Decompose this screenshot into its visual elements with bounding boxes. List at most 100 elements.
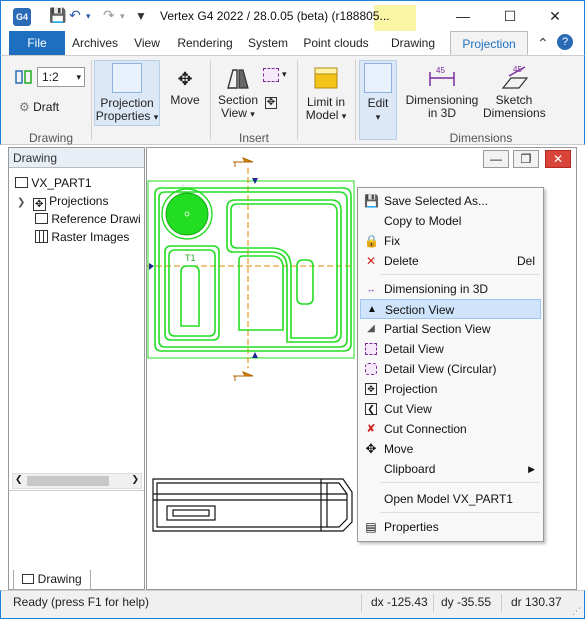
tree-item-projections[interactable]: ❯ ✥ Projections bbox=[17, 194, 108, 211]
horizontal-scrollbar[interactable]: ❮ ❯ bbox=[12, 473, 142, 489]
limit-in-model-label: Limit in Model bbox=[305, 95, 345, 122]
delete-icon: ✕ bbox=[365, 254, 377, 268]
drawing-tab-icon bbox=[22, 574, 35, 584]
move-button[interactable]: ✥ Move bbox=[163, 68, 207, 107]
drawing-group-label: Drawing bbox=[28, 131, 73, 145]
draft-button[interactable]: ⚙ Draft bbox=[19, 100, 59, 114]
save-icon: 💾 bbox=[364, 194, 379, 208]
tab-projection[interactable]: Projection bbox=[450, 31, 528, 55]
detail-view-icon bbox=[365, 343, 377, 355]
limit-in-model-button[interactable]: Limit in Model ▾ bbox=[301, 64, 351, 123]
tree-item-raster-images[interactable]: Raster Images bbox=[35, 230, 129, 244]
section-marker-top bbox=[233, 157, 254, 167]
menu-item-dimensioning-3d[interactable]: ↔ Dimensioning in 3D bbox=[360, 279, 541, 299]
bottom-view-geometry bbox=[152, 478, 353, 532]
t1-label: T1 bbox=[185, 253, 196, 263]
menu-item-section-view[interactable]: ▲ Section View bbox=[360, 299, 541, 319]
tab-point-clouds[interactable]: Point clouds bbox=[299, 31, 373, 55]
tree-label: VX_PART1 bbox=[31, 176, 92, 190]
menu-item-copy-to-model[interactable]: Copy to Model bbox=[360, 211, 541, 231]
projection-icon[interactable]: ✥ bbox=[265, 97, 277, 109]
section-view-button[interactable]: Section View ▾ bbox=[215, 68, 261, 121]
tree-item-reference-drawing[interactable]: Reference Drawi bbox=[35, 212, 141, 226]
menu-item-projection[interactable]: ✥ Projection bbox=[360, 379, 541, 399]
save-icon[interactable]: 💾 bbox=[49, 7, 66, 24]
submenu-arrow-icon: ▶ bbox=[528, 464, 535, 474]
tab-file[interactable]: File bbox=[9, 31, 65, 55]
scroll-right-icon[interactable]: ❯ bbox=[131, 474, 139, 485]
document-icon bbox=[15, 177, 28, 188]
tree-label: Raster Images bbox=[51, 230, 130, 244]
tree-label: Projections bbox=[49, 194, 109, 208]
chevron-right-icon[interactable]: ❯ bbox=[17, 197, 25, 208]
edit-button[interactable]: Edit ▾ bbox=[359, 60, 397, 140]
tab-archives[interactable]: Archives bbox=[67, 31, 123, 55]
move-icon: ✥ bbox=[365, 441, 377, 456]
hole-circle bbox=[165, 192, 209, 236]
menu-item-move[interactable]: ✥ Move bbox=[360, 439, 541, 459]
cut-connection-icon: ✘ bbox=[366, 423, 376, 435]
tab-drawing[interactable]: Drawing bbox=[383, 31, 443, 55]
menu-item-delete[interactable]: ✕ Delete Del bbox=[360, 251, 541, 271]
redo-dropdown-icon[interactable]: ▾ bbox=[120, 11, 125, 22]
menu-item-properties[interactable]: ▤ Properties bbox=[360, 517, 541, 537]
arrow-marker bbox=[252, 352, 258, 358]
menu-item-detail-view-circular[interactable]: Detail View (Circular) bbox=[360, 359, 541, 379]
dimensioning-3d-button[interactable]: 45 Dimensioning in 3D bbox=[403, 64, 481, 120]
menu-item-open-model[interactable]: Open Model VX_PART1 bbox=[360, 489, 541, 509]
menu-item-fix[interactable]: 🔒 Fix bbox=[360, 231, 541, 251]
chevron-down-icon[interactable]: ▾ bbox=[282, 69, 287, 80]
limit-in-model-icon bbox=[314, 67, 338, 89]
panel-header: Drawing bbox=[9, 148, 144, 168]
tree-label: Reference Drawi bbox=[51, 212, 141, 226]
menu-item-cut-view[interactable]: ❮ Cut View bbox=[360, 399, 541, 419]
collapse-ribbon-icon[interactable]: ⌃ bbox=[537, 35, 549, 52]
lock-icon: 🔒 bbox=[364, 234, 379, 248]
raster-images-icon bbox=[35, 230, 48, 243]
drawing-tab[interactable]: Drawing bbox=[13, 570, 91, 590]
close-button[interactable]: ✕ bbox=[540, 5, 570, 27]
menu-item-detail-view[interactable]: Detail View bbox=[360, 339, 541, 359]
projection-properties-button[interactable]: Projection Properties ▾ bbox=[94, 60, 160, 126]
gear-icon: ⚙ bbox=[19, 100, 30, 114]
sketch-dimensions-button[interactable]: 45 Sketch Dimensions bbox=[483, 64, 546, 120]
tab-rendering[interactable]: Rendering bbox=[173, 31, 237, 55]
projection-icon: ✥ bbox=[32, 198, 46, 211]
ribbon-tabs: File Archives View Rendering System Poin… bbox=[0, 31, 585, 55]
projection-properties-label: Projection Properties bbox=[95, 96, 154, 123]
menu-item-save-selected-as[interactable]: 💾 Save Selected As... bbox=[360, 191, 541, 211]
status-dy: dy -35.55 bbox=[441, 595, 492, 609]
scroll-left-icon[interactable]: ❮ bbox=[15, 474, 23, 485]
redo-icon[interactable]: ↷ bbox=[103, 7, 115, 24]
section-marker-bottom bbox=[233, 371, 254, 381]
customize-toolbar-icon[interactable]: ▼ bbox=[135, 9, 147, 23]
menu-item-partial-section-view[interactable]: ◢ Partial Section View bbox=[360, 319, 541, 339]
undo-icon[interactable]: ↶ bbox=[69, 7, 81, 24]
menu-item-clipboard[interactable]: Clipboard ▶ bbox=[360, 459, 541, 479]
status-dx: dx -125.43 bbox=[371, 595, 428, 609]
section-view-icon bbox=[227, 69, 249, 89]
chevron-down-icon: ▾ bbox=[76, 72, 81, 82]
menu-item-cut-connection[interactable]: ✘ Cut Connection bbox=[360, 419, 541, 439]
tab-system[interactable]: System bbox=[245, 31, 291, 55]
draft-label: Draft bbox=[33, 100, 60, 114]
scale-icon bbox=[15, 70, 32, 84]
minimize-button[interactable]: — bbox=[448, 5, 478, 27]
drawing-tab-label: Drawing bbox=[37, 572, 82, 586]
help-icon[interactable]: ? bbox=[557, 34, 573, 50]
detail-view-icon[interactable] bbox=[263, 68, 279, 82]
dimension-icon: ↔ bbox=[366, 284, 376, 294]
tab-view[interactable]: View bbox=[129, 31, 165, 55]
undo-dropdown-icon[interactable]: ▾ bbox=[86, 11, 91, 22]
detail-circular-icon bbox=[365, 363, 377, 375]
dimensions-group-label: Dimensions bbox=[449, 131, 513, 145]
tree-item-vx-part1[interactable]: VX_PART1 bbox=[15, 176, 92, 190]
partial-section-icon: ◢ bbox=[367, 323, 375, 334]
app-logo-icon: G4 bbox=[13, 8, 31, 26]
scale-select[interactable]: 1:2 ▾ bbox=[37, 67, 85, 87]
resize-grip-icon[interactable]: ⋰ bbox=[572, 606, 581, 617]
title-bar: G4 💾 ↶ ▾ ↷ ▾ ▼ Vertex G4 2022 / 28.0.05 … bbox=[0, 0, 585, 31]
status-divider bbox=[433, 594, 434, 612]
maximize-button[interactable]: ☐ bbox=[495, 5, 525, 27]
scrollbar-thumb[interactable] bbox=[27, 476, 109, 486]
